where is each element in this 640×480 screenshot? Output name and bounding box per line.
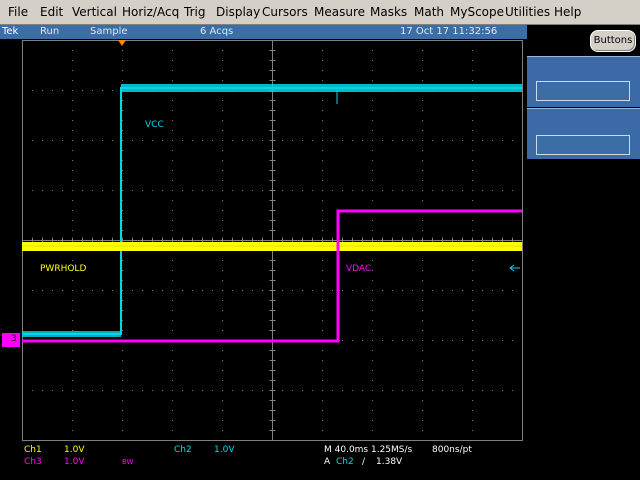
waveform-display xyxy=(2,40,523,441)
trigger-position-marker xyxy=(118,40,126,46)
ch1-scale[interactable]: 1.0V xyxy=(64,445,84,455)
ch2-noise-high xyxy=(121,84,522,92)
ch2-scale[interactable]: 1.0V xyxy=(214,445,234,455)
trigger-prefix: A xyxy=(324,457,331,467)
vdac-label: VDAC xyxy=(346,264,372,274)
ch2-name[interactable]: Ch2 xyxy=(174,445,192,455)
timebase-readout[interactable]: M 40.0ms 1.25MS/s xyxy=(324,445,412,455)
vcc-label: VCC xyxy=(145,120,164,130)
graticule-grid xyxy=(22,40,523,441)
ch1-name[interactable]: Ch1 xyxy=(24,445,42,455)
ch3-scale[interactable]: 1.0V xyxy=(64,457,84,467)
ch2-noise-low xyxy=(22,331,121,337)
trigger-source[interactable]: Ch2 xyxy=(336,457,354,467)
trigger-slope-icon: ∕ xyxy=(362,457,366,467)
ch3-marker-label[interactable]: 3 xyxy=(11,334,17,344)
trigger-level[interactable]: 1.38V xyxy=(376,457,402,467)
resolution-readout: 800ns/pt xyxy=(432,445,472,455)
trigger-level-arrow xyxy=(509,264,520,272)
pwrhold-label: PWRHOLD xyxy=(40,264,87,274)
bw-limit-badge: BW xyxy=(122,458,134,466)
ch3-name[interactable]: Ch3 xyxy=(24,457,42,467)
